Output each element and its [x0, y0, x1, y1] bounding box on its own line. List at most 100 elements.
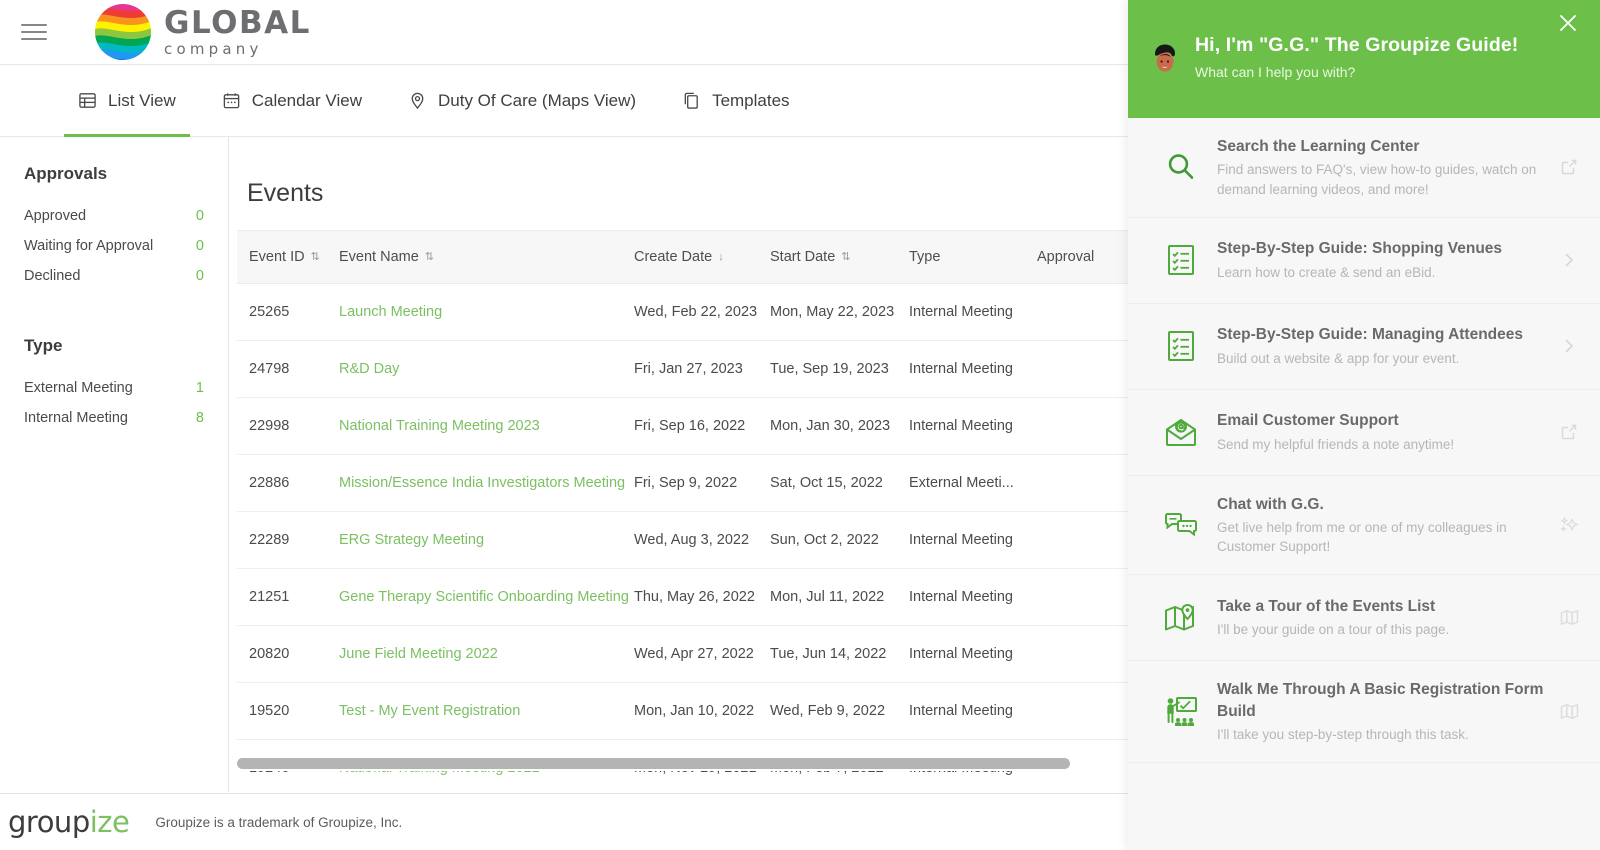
cell-event-id: 22998: [237, 398, 339, 455]
table-row[interactable]: 20820 June Field Meeting 2022 Wed, Apr 2…: [237, 626, 1277, 683]
sparkle-icon[interactable]: [1556, 515, 1582, 535]
tab-list-view[interactable]: List View: [64, 65, 190, 137]
presenter-icon: [1158, 696, 1204, 728]
chevron-right-icon[interactable]: [1556, 251, 1582, 269]
filter-label: Declined: [24, 268, 80, 284]
event-link[interactable]: ERG Strategy Meeting: [339, 532, 484, 548]
column-header-start-date[interactable]: Start Date ⇅: [770, 231, 909, 284]
event-link[interactable]: R&D Day: [339, 361, 399, 377]
close-icon[interactable]: [1555, 10, 1581, 36]
cell-type: Internal Meeting: [909, 683, 1037, 740]
help-item-chat-with-gg[interactable]: Chat with G.G. Get live help from me or …: [1128, 476, 1600, 576]
sidebar-item-declined[interactable]: Declined 0: [24, 261, 204, 291]
company-logo: GLOBAL company: [94, 3, 311, 61]
filter-sidebar: Approvals Approved 0 Waiting for Approva…: [0, 137, 229, 792]
sort-desc-icon: ↓: [718, 252, 724, 263]
column-header-create-date[interactable]: Create Date ↓: [634, 231, 770, 284]
table-row[interactable]: 25265 Launch Meeting Wed, Feb 22, 2023 M…: [237, 284, 1277, 341]
table-row[interactable]: 19520 Test - My Event Registration Mon, …: [237, 683, 1277, 740]
sidebar-item-internal-meeting[interactable]: Internal Meeting 8: [24, 403, 204, 433]
filter-count: 8: [196, 410, 204, 426]
help-item-guide-shopping-venues[interactable]: Step-By-Step Guide: Shopping Venues Lear…: [1128, 218, 1600, 304]
table-row[interactable]: 21251 Gene Therapy Scientific Onboarding…: [237, 569, 1277, 626]
help-item-email-customer-support[interactable]: Email Customer Support Send my helpful f…: [1128, 390, 1600, 476]
cell-start-date: Wed, Feb 9, 2022: [770, 683, 909, 740]
scrollbar-thumb[interactable]: [237, 758, 1070, 769]
help-panel-items: Search the Learning Center Find answers …: [1128, 118, 1600, 850]
help-item-title: Step-By-Step Guide: Shopping Venues: [1217, 238, 1546, 259]
help-item-title: Email Customer Support: [1217, 410, 1546, 431]
cell-event-name[interactable]: Gene Therapy Scientific Onboarding Meeti…: [339, 569, 634, 626]
filter-count: 1: [196, 380, 204, 396]
map-icon[interactable]: [1556, 702, 1582, 721]
cell-create-date: Thu, May 26, 2022: [634, 569, 770, 626]
tab-templates[interactable]: Templates: [668, 65, 803, 137]
event-link[interactable]: June Field Meeting 2022: [339, 646, 498, 662]
cell-event-name[interactable]: Test - My Event Registration: [339, 683, 634, 740]
sort-icon: ⇅: [311, 252, 320, 263]
trademark-text: Groupize is a trademark of Groupize, Inc…: [155, 815, 402, 830]
event-link[interactable]: Gene Therapy Scientific Onboarding Meeti…: [339, 589, 629, 605]
cell-create-date: Fri, Sep 9, 2022: [634, 455, 770, 512]
column-header-type[interactable]: Type: [909, 231, 1037, 284]
event-link[interactable]: Test - My Event Registration: [339, 703, 520, 719]
tab-calendar-view[interactable]: Calendar View: [208, 65, 376, 137]
event-link[interactable]: National Training Meeting 2023: [339, 418, 540, 434]
column-label: Approval: [1037, 249, 1094, 265]
cell-event-name[interactable]: Launch Meeting: [339, 284, 634, 341]
map-icon[interactable]: [1556, 608, 1582, 627]
map-pin-icon: [408, 91, 427, 110]
cell-event-name[interactable]: June Field Meeting 2022: [339, 626, 634, 683]
cell-event-name[interactable]: R&D Day: [339, 341, 634, 398]
sidebar-item-waiting-for-approval[interactable]: Waiting for Approval 0: [24, 231, 204, 261]
type-heading: Type: [24, 336, 204, 356]
help-item-desc: Build out a website & app for your event…: [1217, 349, 1546, 368]
approvals-heading: Approvals: [24, 164, 204, 184]
table-row[interactable]: 24798 R&D Day Fri, Jan 27, 2023 Tue, Sep…: [237, 341, 1277, 398]
help-panel-title: Hi, I'm "G.G." The Groupize Guide!: [1195, 34, 1518, 57]
table-row[interactable]: 22886 Mission/Essence India Investigator…: [237, 455, 1277, 512]
column-header-event-name[interactable]: Event Name ⇅: [339, 231, 634, 284]
event-link[interactable]: Launch Meeting: [339, 304, 442, 320]
cell-start-date: Tue, Jun 14, 2022: [770, 626, 909, 683]
cell-type: Internal Meeting: [909, 284, 1037, 341]
groupize-logo: groupize: [8, 805, 129, 839]
external-link-icon[interactable]: [1556, 158, 1582, 176]
sidebar-item-approved[interactable]: Approved 0: [24, 201, 204, 231]
help-item-walk-me-through-registration-form[interactable]: Walk Me Through A Basic Registration For…: [1128, 661, 1600, 763]
cell-event-name[interactable]: National Training Meeting 2023: [339, 398, 634, 455]
cell-type: Internal Meeting: [909, 569, 1037, 626]
event-link[interactable]: Mission/Essence India Investigators Meet…: [339, 475, 625, 491]
help-item-take-a-tour[interactable]: Take a Tour of the Events List I'll be y…: [1128, 575, 1600, 661]
groupize-logo-part1: group: [8, 805, 90, 839]
table-row[interactable]: 22289 ERG Strategy Meeting Wed, Aug 3, 2…: [237, 512, 1277, 569]
column-header-event-id[interactable]: Event ID ⇅: [237, 231, 339, 284]
cell-event-name[interactable]: ERG Strategy Meeting: [339, 512, 634, 569]
tab-duty-of-care[interactable]: Duty Of Care (Maps View): [394, 65, 650, 137]
cell-type: Internal Meeting: [909, 626, 1037, 683]
cell-start-date: Mon, Jul 11, 2022: [770, 569, 909, 626]
cell-event-name[interactable]: Mission/Essence India Investigators Meet…: [339, 455, 634, 512]
chevron-right-icon[interactable]: [1556, 337, 1582, 355]
table-row[interactable]: 22998 National Training Meeting 2023 Fri…: [237, 398, 1277, 455]
logo-subtitle: company: [164, 42, 311, 57]
tab-label: Calendar View: [252, 91, 362, 111]
tab-label: Duty Of Care (Maps View): [438, 91, 636, 111]
list-view-icon: [78, 91, 97, 110]
help-item-desc: Send my helpful friends a note anytime!: [1217, 435, 1546, 454]
tab-label: Templates: [712, 91, 789, 111]
checklist-icon: [1158, 243, 1204, 277]
help-item-title: Walk Me Through A Basic Registration For…: [1217, 679, 1546, 722]
cell-type: Internal Meeting: [909, 341, 1037, 398]
sort-icon: ⇅: [841, 252, 850, 263]
app-root: GLOBAL company List View: [0, 0, 1600, 850]
calendar-icon: [222, 91, 241, 110]
help-item-title: Search the Learning Center: [1217, 136, 1546, 157]
cell-create-date: Wed, Feb 22, 2023: [634, 284, 770, 341]
help-item-search-learning-center[interactable]: Search the Learning Center Find answers …: [1128, 118, 1600, 218]
help-item-desc: Find answers to FAQ's, view how-to guide…: [1217, 160, 1546, 198]
hamburger-menu-icon[interactable]: [21, 19, 47, 45]
sidebar-item-external-meeting[interactable]: External Meeting 1: [24, 373, 204, 403]
help-item-guide-managing-attendees[interactable]: Step-By-Step Guide: Managing Attendees B…: [1128, 304, 1600, 390]
external-link-icon[interactable]: [1556, 423, 1582, 441]
